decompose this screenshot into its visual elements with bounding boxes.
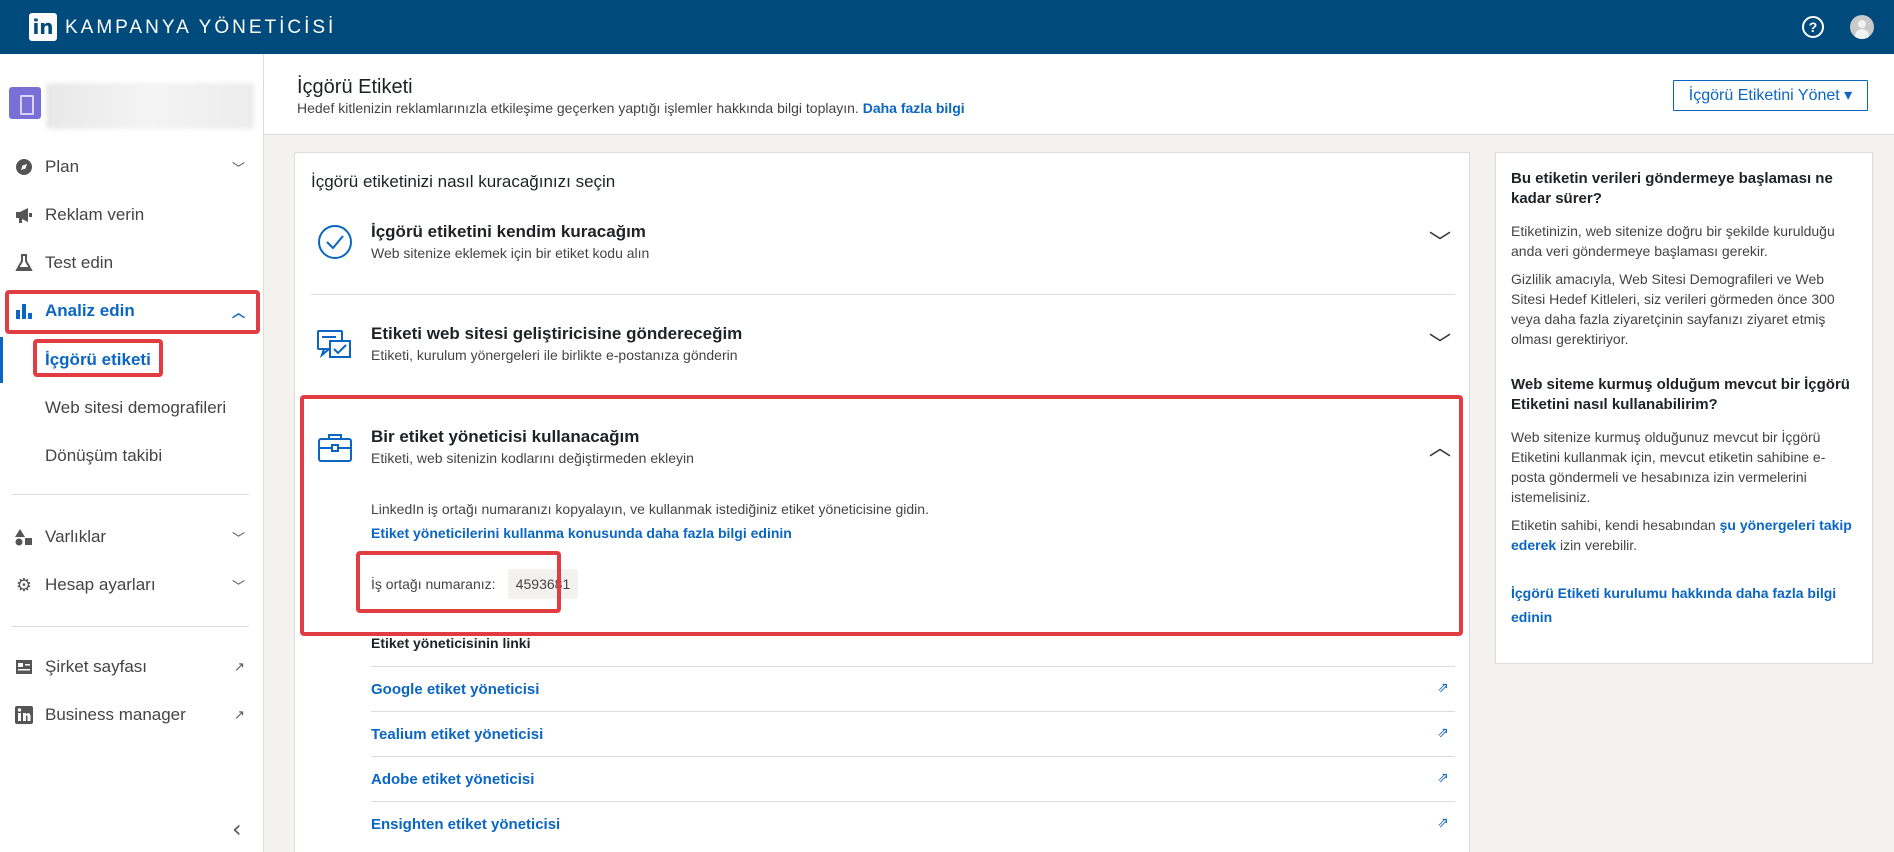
divider bbox=[12, 626, 249, 627]
page-title: İçgörü Etiketi bbox=[297, 76, 413, 98]
tag-manager-links-heading: Etiket yöneticisinin linki bbox=[371, 635, 531, 651]
chevron-down-icon[interactable]: ﹀ bbox=[1429, 327, 1451, 359]
shapes-icon bbox=[14, 527, 34, 547]
briefcase-icon bbox=[316, 429, 354, 467]
partner-id-value[interactable]: 4593681 bbox=[508, 569, 578, 599]
chevron-down-icon: ﹀ bbox=[232, 531, 246, 547]
tag-manager-link-tealium[interactable]: Tealium etiket yöneticisi ⇗ bbox=[371, 711, 1455, 756]
external-link-icon: ⇗ bbox=[1437, 680, 1449, 696]
faq-answer-2b: Etiketin sahibi, kendi hesabından şu yön… bbox=[1511, 517, 1852, 553]
account-building-icon bbox=[9, 87, 41, 119]
linkedin-icon bbox=[14, 705, 34, 725]
partner-id-label: İş ortağı numaranız: bbox=[371, 576, 496, 592]
tag-manager-help-link[interactable]: Etiket yöneticilerini kullanma konusunda… bbox=[371, 525, 792, 541]
chevron-up-icon: ︿ bbox=[232, 305, 246, 321]
collapse-sidebar-icon[interactable]: ‹ bbox=[232, 815, 242, 843]
sidebar-item-company-page[interactable]: Şirket sayfası ↗ bbox=[0, 644, 263, 690]
avatar[interactable] bbox=[1850, 15, 1874, 39]
option-send-developer[interactable]: Etiketi web sitesi geliştiricisine gönde… bbox=[311, 323, 1455, 383]
instruction-text: LinkedIn iş ortağı numaranızı kopyalayın… bbox=[371, 501, 929, 517]
info-panel: Bu etiketin verileri göndermeye başlamas… bbox=[1495, 152, 1873, 664]
sidebar-item-insight-tag[interactable]: İçgörü etiketi bbox=[0, 337, 263, 383]
divider bbox=[311, 294, 1455, 295]
sidebar-item-assets[interactable]: Varlıklar ﹀ bbox=[0, 514, 263, 560]
external-link-icon: ⇗ bbox=[1437, 725, 1449, 741]
chevron-down-icon: ﹀ bbox=[232, 579, 246, 595]
setup-learn-more-link[interactable]: İçgörü Etiketi kurulumu hakkında daha fa… bbox=[1511, 585, 1836, 625]
help-icon[interactable]: ? bbox=[1802, 16, 1824, 38]
option-self-install[interactable]: İçgörü etiketini kendim kuracağım Web si… bbox=[311, 221, 1455, 281]
sidebar-item-plan[interactable]: Plan ﹀ bbox=[0, 144, 263, 190]
gear-icon: ⚙ bbox=[15, 575, 33, 595]
sidebar-item-website-demographics[interactable]: Web sitesi demografileri bbox=[0, 385, 263, 431]
chevron-down-icon[interactable]: ﹀ bbox=[1429, 225, 1451, 257]
faq-answer-1b: Gizlilik amacıyla, Web Sitesi Demografil… bbox=[1511, 271, 1835, 347]
tag-manager-link-adobe[interactable]: Adobe etiket yöneticisi ⇗ bbox=[371, 756, 1455, 801]
email-chat-icon bbox=[316, 327, 354, 365]
linkedin-logo-icon[interactable]: in bbox=[29, 13, 57, 41]
learn-more-link[interactable]: Daha fazla bilgi bbox=[863, 100, 965, 116]
faq-question-1: Bu etiketin verileri göndermeye başlamas… bbox=[1511, 170, 1833, 207]
sidebar-item-test[interactable]: Test edin bbox=[0, 240, 263, 286]
compass-icon bbox=[14, 157, 34, 177]
card-heading: İçgörü etiketinizi nasıl kuracağınızı se… bbox=[311, 172, 616, 191]
sidebar-item-advertise[interactable]: Reklam verin bbox=[0, 192, 263, 238]
divider bbox=[12, 494, 249, 495]
top-bar: in KAMPANYA YÖNETİCİSİ ? bbox=[0, 0, 1894, 54]
faq-answer-1a: Etiketinizin, web sitenize doğru bir şek… bbox=[1511, 223, 1835, 259]
company-page-icon bbox=[14, 657, 34, 677]
faq-question-2: Web siteme kurmuş olduğum mevcut bir İçg… bbox=[1511, 376, 1850, 413]
external-link-icon: ⇗ bbox=[1437, 815, 1449, 831]
page-subtitle: Hedef kitlenizin reklamlarınızla etkileş… bbox=[297, 100, 965, 116]
chevron-down-icon: ﹀ bbox=[232, 161, 246, 177]
sidebar-item-account-settings[interactable]: ⚙ Hesap ayarları ﹀ bbox=[0, 562, 263, 608]
manage-insight-tag-button[interactable]: İçgörü Etiketini Yönet ▾ bbox=[1673, 80, 1868, 111]
external-link-icon: ↗ bbox=[234, 659, 245, 675]
setup-options-card: İçgörü etiketinizi nasıl kuracağınızı se… bbox=[294, 152, 1470, 852]
sidebar-item-analyze[interactable]: Analiz edin ︿ bbox=[0, 288, 263, 334]
option-tag-manager[interactable]: Bir etiket yöneticisi kullanacağım Etike… bbox=[311, 426, 1455, 486]
external-link-icon: ⇗ bbox=[1437, 770, 1449, 786]
tag-manager-link-google[interactable]: Google etiket yöneticisi ⇗ bbox=[371, 666, 1455, 711]
external-link-icon: ↗ bbox=[234, 707, 245, 723]
account-name-redacted[interactable] bbox=[46, 83, 254, 129]
tag-manager-link-ensighten[interactable]: Ensighten etiket yöneticisi ⇗ bbox=[371, 801, 1455, 846]
flask-icon bbox=[14, 253, 34, 273]
page-header: İçgörü Etiketi Hedef kitlenizin reklamla… bbox=[264, 54, 1894, 135]
check-circle-icon bbox=[316, 223, 354, 261]
megaphone-icon bbox=[14, 205, 34, 225]
bar-chart-icon bbox=[14, 301, 34, 321]
sidebar-item-business-manager[interactable]: Business manager ↗ bbox=[0, 692, 263, 738]
app-title: KAMPANYA YÖNETİCİSİ bbox=[65, 17, 337, 38]
chevron-up-icon[interactable]: ︿ bbox=[1429, 430, 1451, 462]
sidebar-item-conversion-tracking[interactable]: Dönüşüm takibi bbox=[0, 433, 263, 479]
faq-answer-2a: Web sitenize kurmuş olduğunuz mevcut bir… bbox=[1511, 429, 1826, 505]
